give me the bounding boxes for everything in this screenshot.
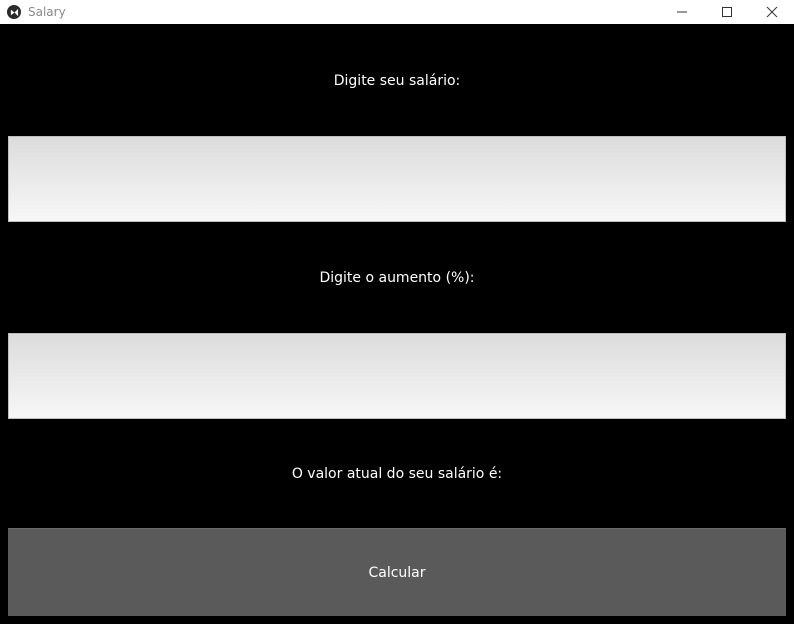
window-title: Salary — [28, 5, 66, 19]
salary-label: Digite seu salário: — [333, 73, 461, 89]
close-icon — [766, 6, 777, 18]
calculate-button-label: Calcular — [368, 564, 426, 581]
close-button[interactable] — [749, 0, 794, 24]
raise-input[interactable] — [8, 333, 786, 419]
title-bar[interactable]: Salary — [0, 0, 794, 24]
raise-label: Digite o aumento (%): — [319, 270, 475, 286]
minimize-icon — [676, 11, 687, 13]
app-icon — [7, 5, 21, 19]
maximize-icon — [721, 7, 732, 17]
window-controls — [659, 0, 794, 24]
maximize-button[interactable] — [704, 0, 749, 24]
app-window: Salary Digite seu salário: Digite o aume… — [0, 0, 794, 624]
result-label: O valor atual do seu salário é: — [291, 466, 503, 482]
salary-input[interactable] — [8, 136, 786, 222]
minimize-button[interactable] — [659, 0, 704, 24]
calculate-button[interactable]: Calcular — [8, 528, 786, 616]
